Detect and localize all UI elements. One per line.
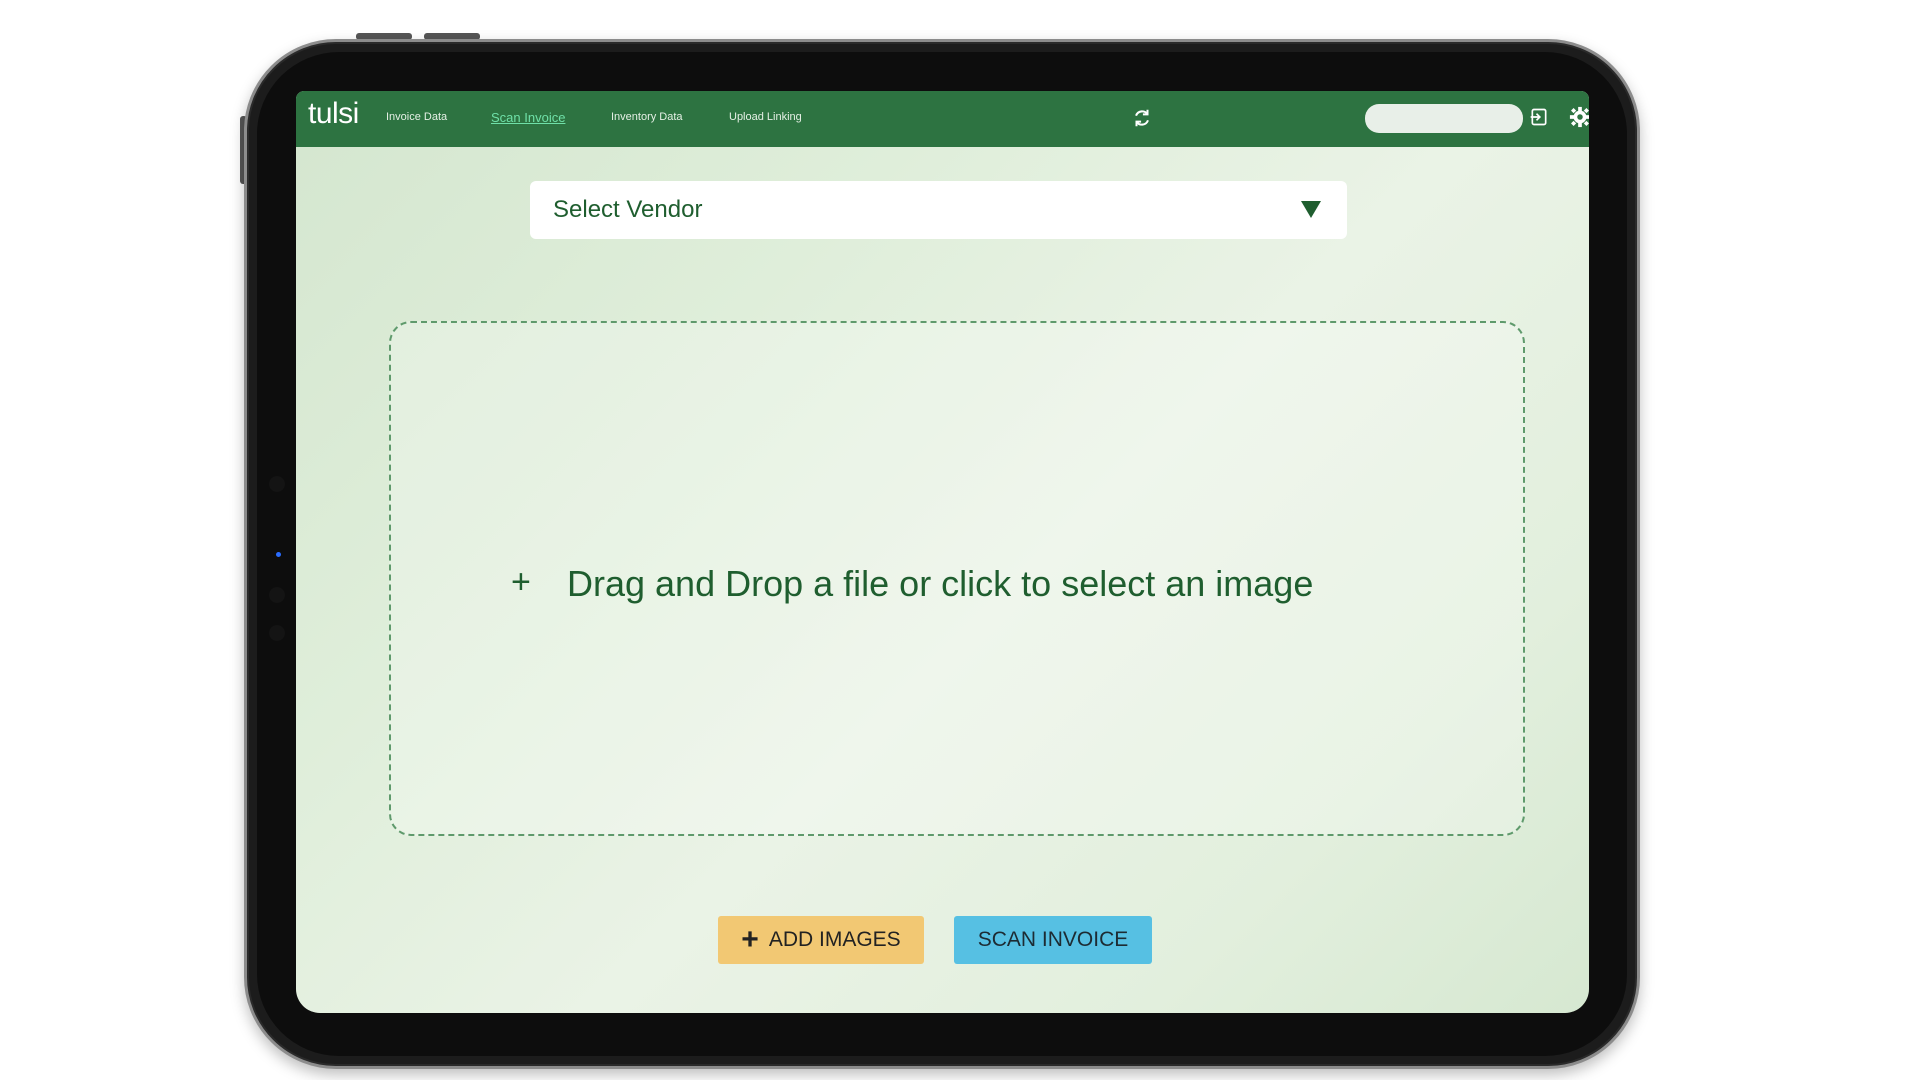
camera-led	[276, 552, 281, 557]
add-icon: +	[741, 923, 759, 956]
nav-invoice-data[interactable]: Invoice Data	[386, 111, 447, 123]
nav-scan-invoice[interactable]: Scan Invoice	[491, 110, 565, 125]
vendor-select-label: Select Vendor	[553, 196, 703, 223]
scan-invoice-button[interactable]: SCAN INVOICE	[954, 916, 1152, 964]
add-images-button[interactable]: + ADD IMAGES	[718, 916, 924, 964]
plus-icon: +	[511, 563, 531, 601]
nav-inventory-data[interactable]: Inventory Data	[611, 111, 683, 123]
light-sensor	[269, 587, 285, 603]
vendor-select[interactable]: Select Vendor	[530, 181, 1347, 239]
logout-icon[interactable]	[1529, 107, 1549, 127]
add-images-label: ADD IMAGES	[768, 928, 901, 951]
file-dropzone[interactable]: + Drag and Drop a file or click to selec…	[389, 321, 1525, 836]
top-nav-bar: tulsi Invoice Data Scan Invoice Inventor…	[296, 91, 1589, 147]
tulsi-logo[interactable]: tulsi	[308, 97, 359, 131]
refresh-icon[interactable]	[1131, 107, 1153, 129]
gear-icon[interactable]	[1569, 106, 1589, 128]
camera-sensor	[269, 476, 285, 492]
scan-invoice-label: SCAN INVOICE	[977, 928, 1129, 951]
dropzone-text: Drag and Drop a file or click to select …	[567, 563, 1314, 604]
proximity-sensor	[269, 625, 285, 641]
search-input[interactable]	[1365, 104, 1523, 133]
app-screen: tulsi Invoice Data Scan Invoice Inventor…	[296, 91, 1589, 1013]
chevron-down-icon	[1301, 201, 1321, 218]
nav-upload-linking[interactable]: Upload Linking	[729, 111, 802, 123]
